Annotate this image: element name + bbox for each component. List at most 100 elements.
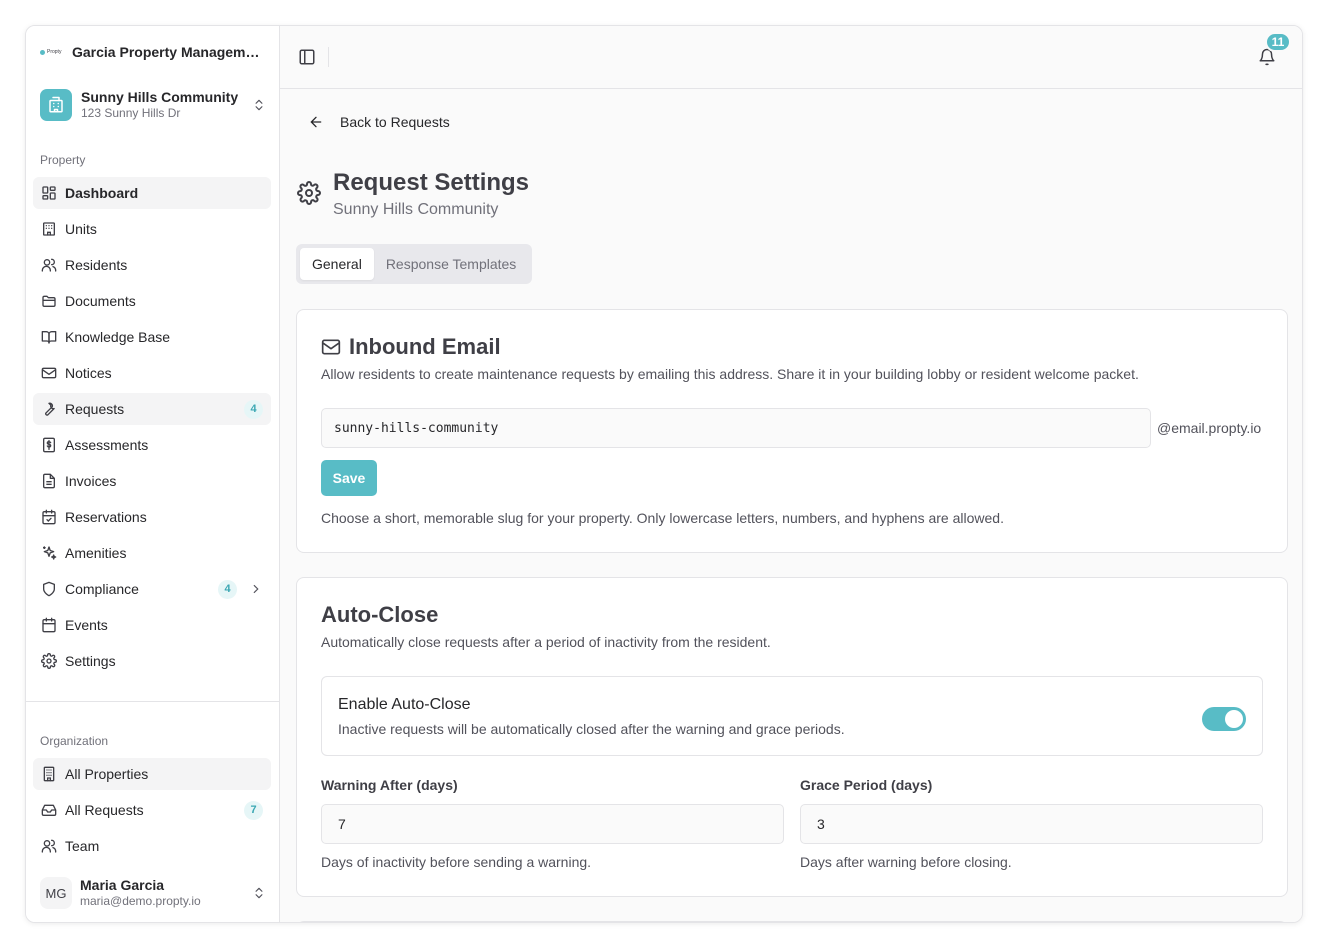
sidebar-item-units[interactable]: Units (33, 213, 271, 245)
sidebar-item-team[interactable]: Team (33, 830, 271, 862)
sidebar-item-reservations[interactable]: Reservations (33, 501, 271, 533)
inbox-icon (41, 804, 57, 816)
property-section-label: Property (40, 153, 86, 167)
grace-period-hint: Days after warning before closing. (800, 854, 1012, 870)
file-icon (43, 473, 55, 489)
dashboard-icon (42, 186, 56, 200)
calendar-icon (42, 617, 56, 633)
sidebar-item-all-requests[interactable]: All Requests 7 (33, 794, 271, 826)
app-window: Propty Garcia Property Management Sunny … (25, 25, 1303, 923)
email-slug-input[interactable]: sunny-hills-community (321, 408, 1151, 448)
notification-count-badge: 11 (1265, 32, 1291, 52)
sidebar-item-amenities[interactable]: Amenities (33, 537, 271, 569)
sidebar-item-label: Assessments (65, 437, 149, 453)
sidebar-item-label: All Requests (65, 802, 144, 818)
sidebar-item-label: Units (65, 221, 97, 237)
warning-after-hint: Days of inactivity before sending a warn… (321, 854, 592, 870)
inbound-email-card: Inbound Email Allow residents to create … (296, 309, 1288, 553)
sidebar-item-invoices[interactable]: Invoices (33, 465, 271, 497)
topbar-divider (328, 47, 329, 67)
toggle-knob (1225, 710, 1243, 728)
book-icon (41, 331, 57, 344)
chevrons-up-down-icon (255, 887, 263, 899)
warning-after-label: Warning After (days) (321, 777, 458, 793)
sidebar-item-documents[interactable]: Documents (33, 285, 271, 317)
sidebar-item-events[interactable]: Events (33, 609, 271, 641)
brand[interactable]: Propty Garcia Property Management (40, 44, 262, 60)
mail-icon (41, 367, 57, 379)
all-requests-count-badge: 7 (244, 800, 263, 820)
sidebar-item-label: Invoices (65, 473, 117, 489)
grace-period-label: Grace Period (days) (800, 777, 933, 793)
sidebar-item-label: Requests (65, 401, 125, 417)
top-bar: 11 (280, 26, 1302, 89)
sidebar-item-label: Notices (65, 365, 112, 381)
property-name: Sunny Hills Community (81, 89, 239, 105)
calendar-check-icon (42, 509, 56, 525)
save-button[interactable]: Save (321, 460, 377, 496)
arrow-left-icon (310, 116, 322, 128)
propty-logo: Propty (40, 49, 64, 55)
organization-nav: All Properties All Requests 7 Team (33, 758, 271, 866)
sidebar-item-label: Events (65, 617, 108, 633)
sidebar-item-label: Reservations (65, 509, 147, 525)
main-content: 11 Back to Requests Request Settings Sun… (280, 26, 1302, 922)
sidebar-item-assessments[interactable]: Assessments (33, 429, 271, 461)
sidebar-item-requests[interactable]: Requests 4 (33, 393, 271, 425)
page-subtitle: Sunny Hills Community (333, 201, 499, 218)
organization-section-label: Organization (40, 734, 109, 748)
property-address: 123 Sunny Hills Dr (81, 106, 181, 120)
compliance-count-badge: 4 (218, 579, 237, 599)
next-settings-card (296, 921, 1288, 922)
sidebar-item-all-properties[interactable]: All Properties (33, 758, 271, 790)
org-name: Garcia Property Management (72, 44, 262, 60)
email-domain-suffix: @email.propty.io (1157, 420, 1262, 436)
sidebar-toggle-icon[interactable] (298, 48, 316, 66)
auto-close-title: Auto-Close (321, 602, 439, 627)
sidebar-item-compliance[interactable]: Compliance 4 (33, 573, 271, 605)
back-label: Back to Requests (340, 114, 450, 130)
slug-row: sunny-hills-community @email.propty.io (321, 408, 1261, 448)
sidebar-item-label: Documents (65, 293, 136, 309)
user-menu[interactable]: MG Maria Garcia maria@demo.propty.io (40, 876, 266, 910)
user-name: Maria Garcia (80, 877, 165, 893)
building-grid-icon (43, 766, 55, 782)
mail-icon (321, 339, 341, 355)
requests-count-badge: 4 (244, 399, 263, 419)
chevron-right-icon[interactable] (249, 582, 263, 596)
dollar-receipt-icon (43, 437, 55, 453)
enable-auto-close-description: Inactive requests will be automatically … (338, 721, 845, 737)
building-icon (43, 222, 55, 236)
warning-after-input[interactable]: 7 (321, 804, 784, 844)
enable-auto-close-label: Enable Auto-Close (338, 696, 471, 713)
page-header: Request Settings Sunny Hills Community (297, 168, 529, 222)
settings-tabs: General Response Templates (296, 244, 533, 284)
sidebar-item-label: Settings (65, 653, 116, 669)
gear-icon (41, 653, 57, 669)
tab-general[interactable]: General (300, 248, 374, 280)
tab-response-templates[interactable]: Response Templates (374, 248, 528, 280)
sidebar-item-label: Dashboard (65, 185, 139, 201)
sidebar-item-knowledge-base[interactable]: Knowledge Base (33, 321, 271, 353)
back-to-requests-link[interactable]: Back to Requests (308, 114, 450, 130)
folder-icon (42, 295, 56, 307)
shield-icon (43, 581, 55, 597)
sidebar-item-dashboard[interactable]: Dashboard (33, 177, 271, 209)
users-icon (41, 839, 57, 853)
sidebar-item-residents[interactable]: Residents (33, 249, 271, 281)
property-switcher[interactable]: Sunny Hills Community 123 Sunny Hills Dr (40, 88, 266, 122)
avatar: MG (40, 877, 72, 909)
gear-icon (297, 181, 321, 205)
sidebar-item-label: Residents (65, 257, 128, 273)
page-title: Request Settings (333, 169, 530, 196)
inbound-email-description: Allow residents to create maintenance re… (321, 366, 1139, 382)
sidebar-item-notices[interactable]: Notices (33, 357, 271, 389)
sidebar-item-label: Knowledge Base (65, 329, 171, 345)
auto-close-card: Auto-Close Automatically close requests … (296, 577, 1288, 897)
slug-hint: Choose a short, memorable slug for your … (321, 510, 1004, 526)
sidebar: Propty Garcia Property Management Sunny … (26, 26, 280, 922)
sidebar-item-settings[interactable]: Settings (33, 645, 271, 677)
grace-period-input[interactable]: 3 (800, 804, 1263, 844)
sidebar-item-label: All Properties (65, 766, 149, 782)
auto-close-toggle[interactable] (1202, 707, 1246, 731)
